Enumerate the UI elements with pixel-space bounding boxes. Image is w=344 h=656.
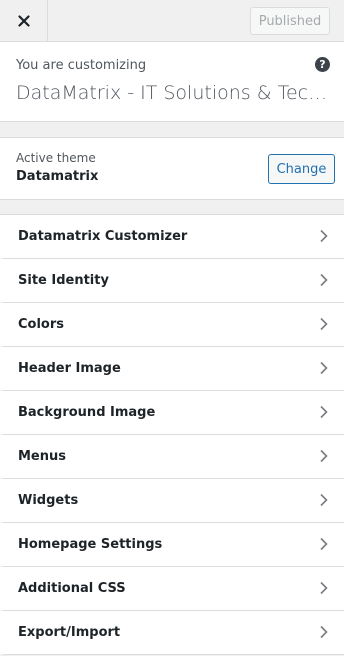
panel-label: Menus xyxy=(18,449,67,464)
panel-datamatrix-customizer[interactable]: Datamatrix Customizer xyxy=(0,215,344,259)
panel-additional-css[interactable]: Additional CSS xyxy=(0,567,344,611)
panel-label: Header Image xyxy=(18,361,121,376)
panel-widgets[interactable]: Widgets xyxy=(0,479,344,523)
close-button[interactable] xyxy=(0,0,48,41)
change-theme-button[interactable]: Change xyxy=(268,154,335,184)
close-icon xyxy=(17,14,30,27)
chevron-right-icon xyxy=(320,405,328,419)
panel-export-import[interactable]: Export/Import xyxy=(0,611,344,655)
help-icon[interactable]: ? xyxy=(315,57,330,72)
panel-menus[interactable]: Menus xyxy=(0,435,344,479)
active-theme-label: Active theme xyxy=(16,151,96,165)
chevron-right-icon xyxy=(320,361,328,375)
active-theme-section: Active theme Datamatrix Change xyxy=(0,137,344,200)
customizer-header: Published xyxy=(0,0,344,42)
panel-label: Datamatrix Customizer xyxy=(18,229,188,244)
panel-label: Colors xyxy=(18,317,65,332)
published-button[interactable]: Published xyxy=(250,7,330,35)
site-title: DataMatrix - IT Solutions & Technology xyxy=(16,82,330,104)
panel-label: Site Identity xyxy=(18,273,109,288)
panel-site-identity[interactable]: Site Identity xyxy=(0,259,344,303)
chevron-right-icon xyxy=(320,493,328,507)
panel-label: Homepage Settings xyxy=(18,537,163,552)
chevron-right-icon xyxy=(320,317,328,331)
panel-homepage-settings[interactable]: Homepage Settings xyxy=(0,523,344,567)
panel-colors[interactable]: Colors xyxy=(0,303,344,347)
chevron-right-icon xyxy=(320,273,328,287)
chevron-right-icon xyxy=(320,581,328,595)
panel-list: Datamatrix Customizer Site Identity Colo… xyxy=(0,214,344,655)
panel-header-image[interactable]: Header Image xyxy=(0,347,344,391)
panel-label: Export/Import xyxy=(18,625,121,640)
customizing-info: You are customizing ? DataMatrix - IT So… xyxy=(0,42,344,122)
panel-label: Additional CSS xyxy=(18,581,126,596)
panel-background-image[interactable]: Background Image xyxy=(0,391,344,435)
chevron-right-icon xyxy=(320,229,328,243)
chevron-right-icon xyxy=(320,449,328,463)
active-theme-name: Datamatrix xyxy=(16,169,99,184)
customizing-label: You are customizing xyxy=(16,58,147,73)
chevron-right-icon xyxy=(320,537,328,551)
panel-label: Widgets xyxy=(18,493,79,508)
chevron-right-icon xyxy=(320,625,328,639)
panel-label: Background Image xyxy=(18,405,156,420)
